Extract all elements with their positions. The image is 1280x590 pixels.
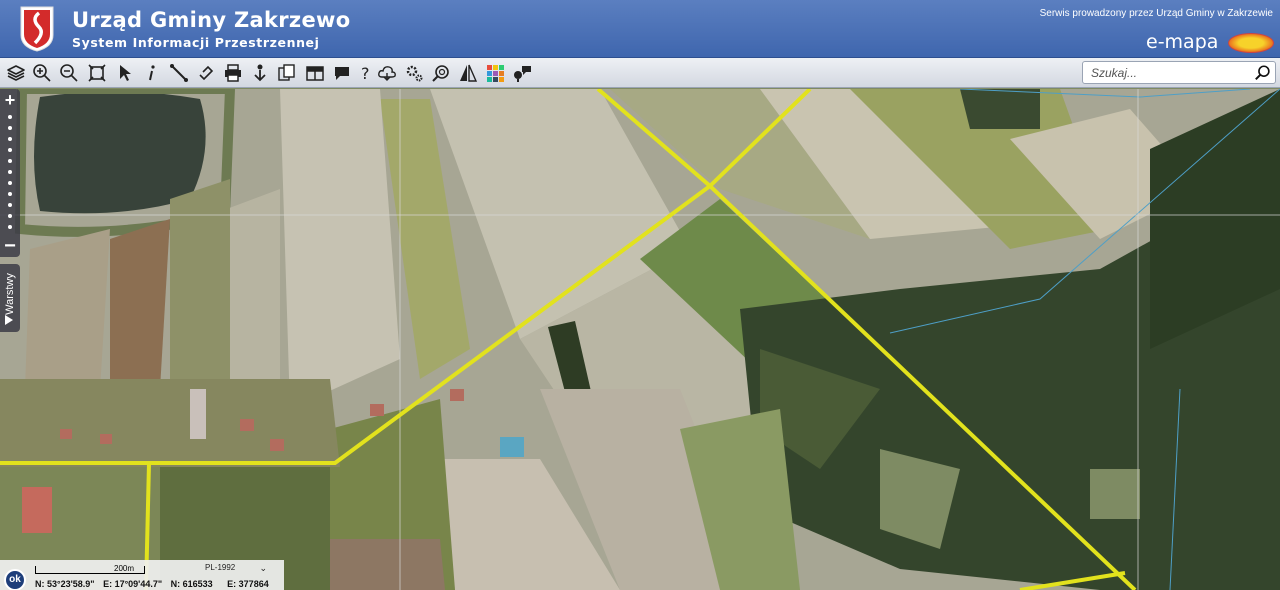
status-panel: ok 200m PL-1992 ⌄ N: 53°23'58.9" E: 17°0… xyxy=(0,560,284,590)
link-icon[interactable] xyxy=(195,62,217,84)
split-compare-icon[interactable] xyxy=(457,62,479,84)
scale-label: 200m xyxy=(114,564,135,573)
crest-icon xyxy=(20,6,54,52)
expand-arrow-icon xyxy=(5,315,13,325)
search-box[interactable] xyxy=(1082,61,1276,84)
zoom-level-dot[interactable] xyxy=(8,148,12,152)
cloud-icon[interactable] xyxy=(376,62,398,84)
scale-bar: 200m xyxy=(35,564,145,574)
zoom-level-dot[interactable] xyxy=(8,170,12,174)
bubble-icon[interactable] xyxy=(331,62,353,84)
pin-comment-icon[interactable] xyxy=(511,62,533,84)
emapa-logo[interactable]: e-mapa xyxy=(1144,31,1274,55)
search-icon[interactable] xyxy=(1254,64,1272,82)
crs-select[interactable]: PL-1992 ⌄ xyxy=(187,563,271,576)
site-subtitle: System Informacji Przestrzennej xyxy=(72,35,320,50)
northing: N: 616533 xyxy=(170,579,213,589)
help-icon[interactable]: ? xyxy=(354,62,376,84)
zoom-search-icon[interactable] xyxy=(430,62,452,84)
zoom-level-dot[interactable] xyxy=(8,225,12,229)
map-view[interactable] xyxy=(0,89,1280,590)
emapa-badge-icon xyxy=(1228,33,1274,53)
crs-value: PL-1992 xyxy=(205,563,236,572)
search-input[interactable] xyxy=(1091,65,1251,81)
operator-note: Serwis prowadzony przez Urząd Gminy w Za… xyxy=(1039,8,1273,19)
emapa-brand: e-mapa xyxy=(1146,31,1219,53)
select-arrow-icon[interactable] xyxy=(114,62,136,84)
site-header: Urząd Gminy Zakrzewo System Informacji P… xyxy=(0,0,1280,58)
aerial-basemap xyxy=(0,89,1280,590)
download-icon[interactable] xyxy=(249,62,271,84)
layers-tab[interactable]: Warstwy xyxy=(0,264,20,332)
zoom-level-dot[interactable] xyxy=(8,115,12,119)
info-icon[interactable] xyxy=(141,62,163,84)
zoom-in-icon[interactable] xyxy=(31,62,53,84)
zoom-level-dot[interactable] xyxy=(8,126,12,130)
zoom-in-button[interactable]: + xyxy=(0,91,20,109)
easting: E: 377864 xyxy=(227,579,269,589)
chevron-down-icon: ⌄ xyxy=(259,563,267,573)
table-icon[interactable] xyxy=(304,62,326,84)
longitude: E: 17°09'44.7" xyxy=(103,579,163,589)
zoom-level-dot[interactable] xyxy=(8,137,12,141)
coordinate-readout: N: 53°23'58.9" E: 17°09'44.7" N: 616533 … xyxy=(35,579,275,589)
site-title: Urząd Gminy Zakrzewo xyxy=(72,8,351,32)
app-window: Urząd Gminy Zakrzewo System Informacji P… xyxy=(0,0,1280,590)
layers-tab-label: Warstwy xyxy=(4,273,16,315)
layers-icon[interactable] xyxy=(5,62,27,84)
print-icon[interactable] xyxy=(222,62,244,84)
measure-icon[interactable] xyxy=(168,62,190,84)
zoom-level-dot[interactable] xyxy=(8,159,12,163)
svg-text:?: ? xyxy=(361,64,370,83)
settings-icon[interactable] xyxy=(403,62,425,84)
color-grid-icon[interactable] xyxy=(484,62,506,84)
ok-button[interactable]: ok xyxy=(4,569,26,590)
zoom-level-dot[interactable] xyxy=(8,181,12,185)
zoom-out-icon[interactable] xyxy=(58,62,80,84)
zoom-out-button[interactable]: − xyxy=(0,236,20,256)
zoom-level-dot[interactable] xyxy=(8,203,12,207)
zoom-bar: + − xyxy=(0,89,20,257)
toolbar: ? xyxy=(0,58,1280,88)
zoom-extent-icon[interactable] xyxy=(86,62,108,84)
zoom-level-dot[interactable] xyxy=(8,192,12,196)
zoom-level-dot[interactable] xyxy=(8,214,12,218)
latitude: N: 53°23'58.9" xyxy=(35,579,95,589)
copy-icon[interactable] xyxy=(276,62,298,84)
